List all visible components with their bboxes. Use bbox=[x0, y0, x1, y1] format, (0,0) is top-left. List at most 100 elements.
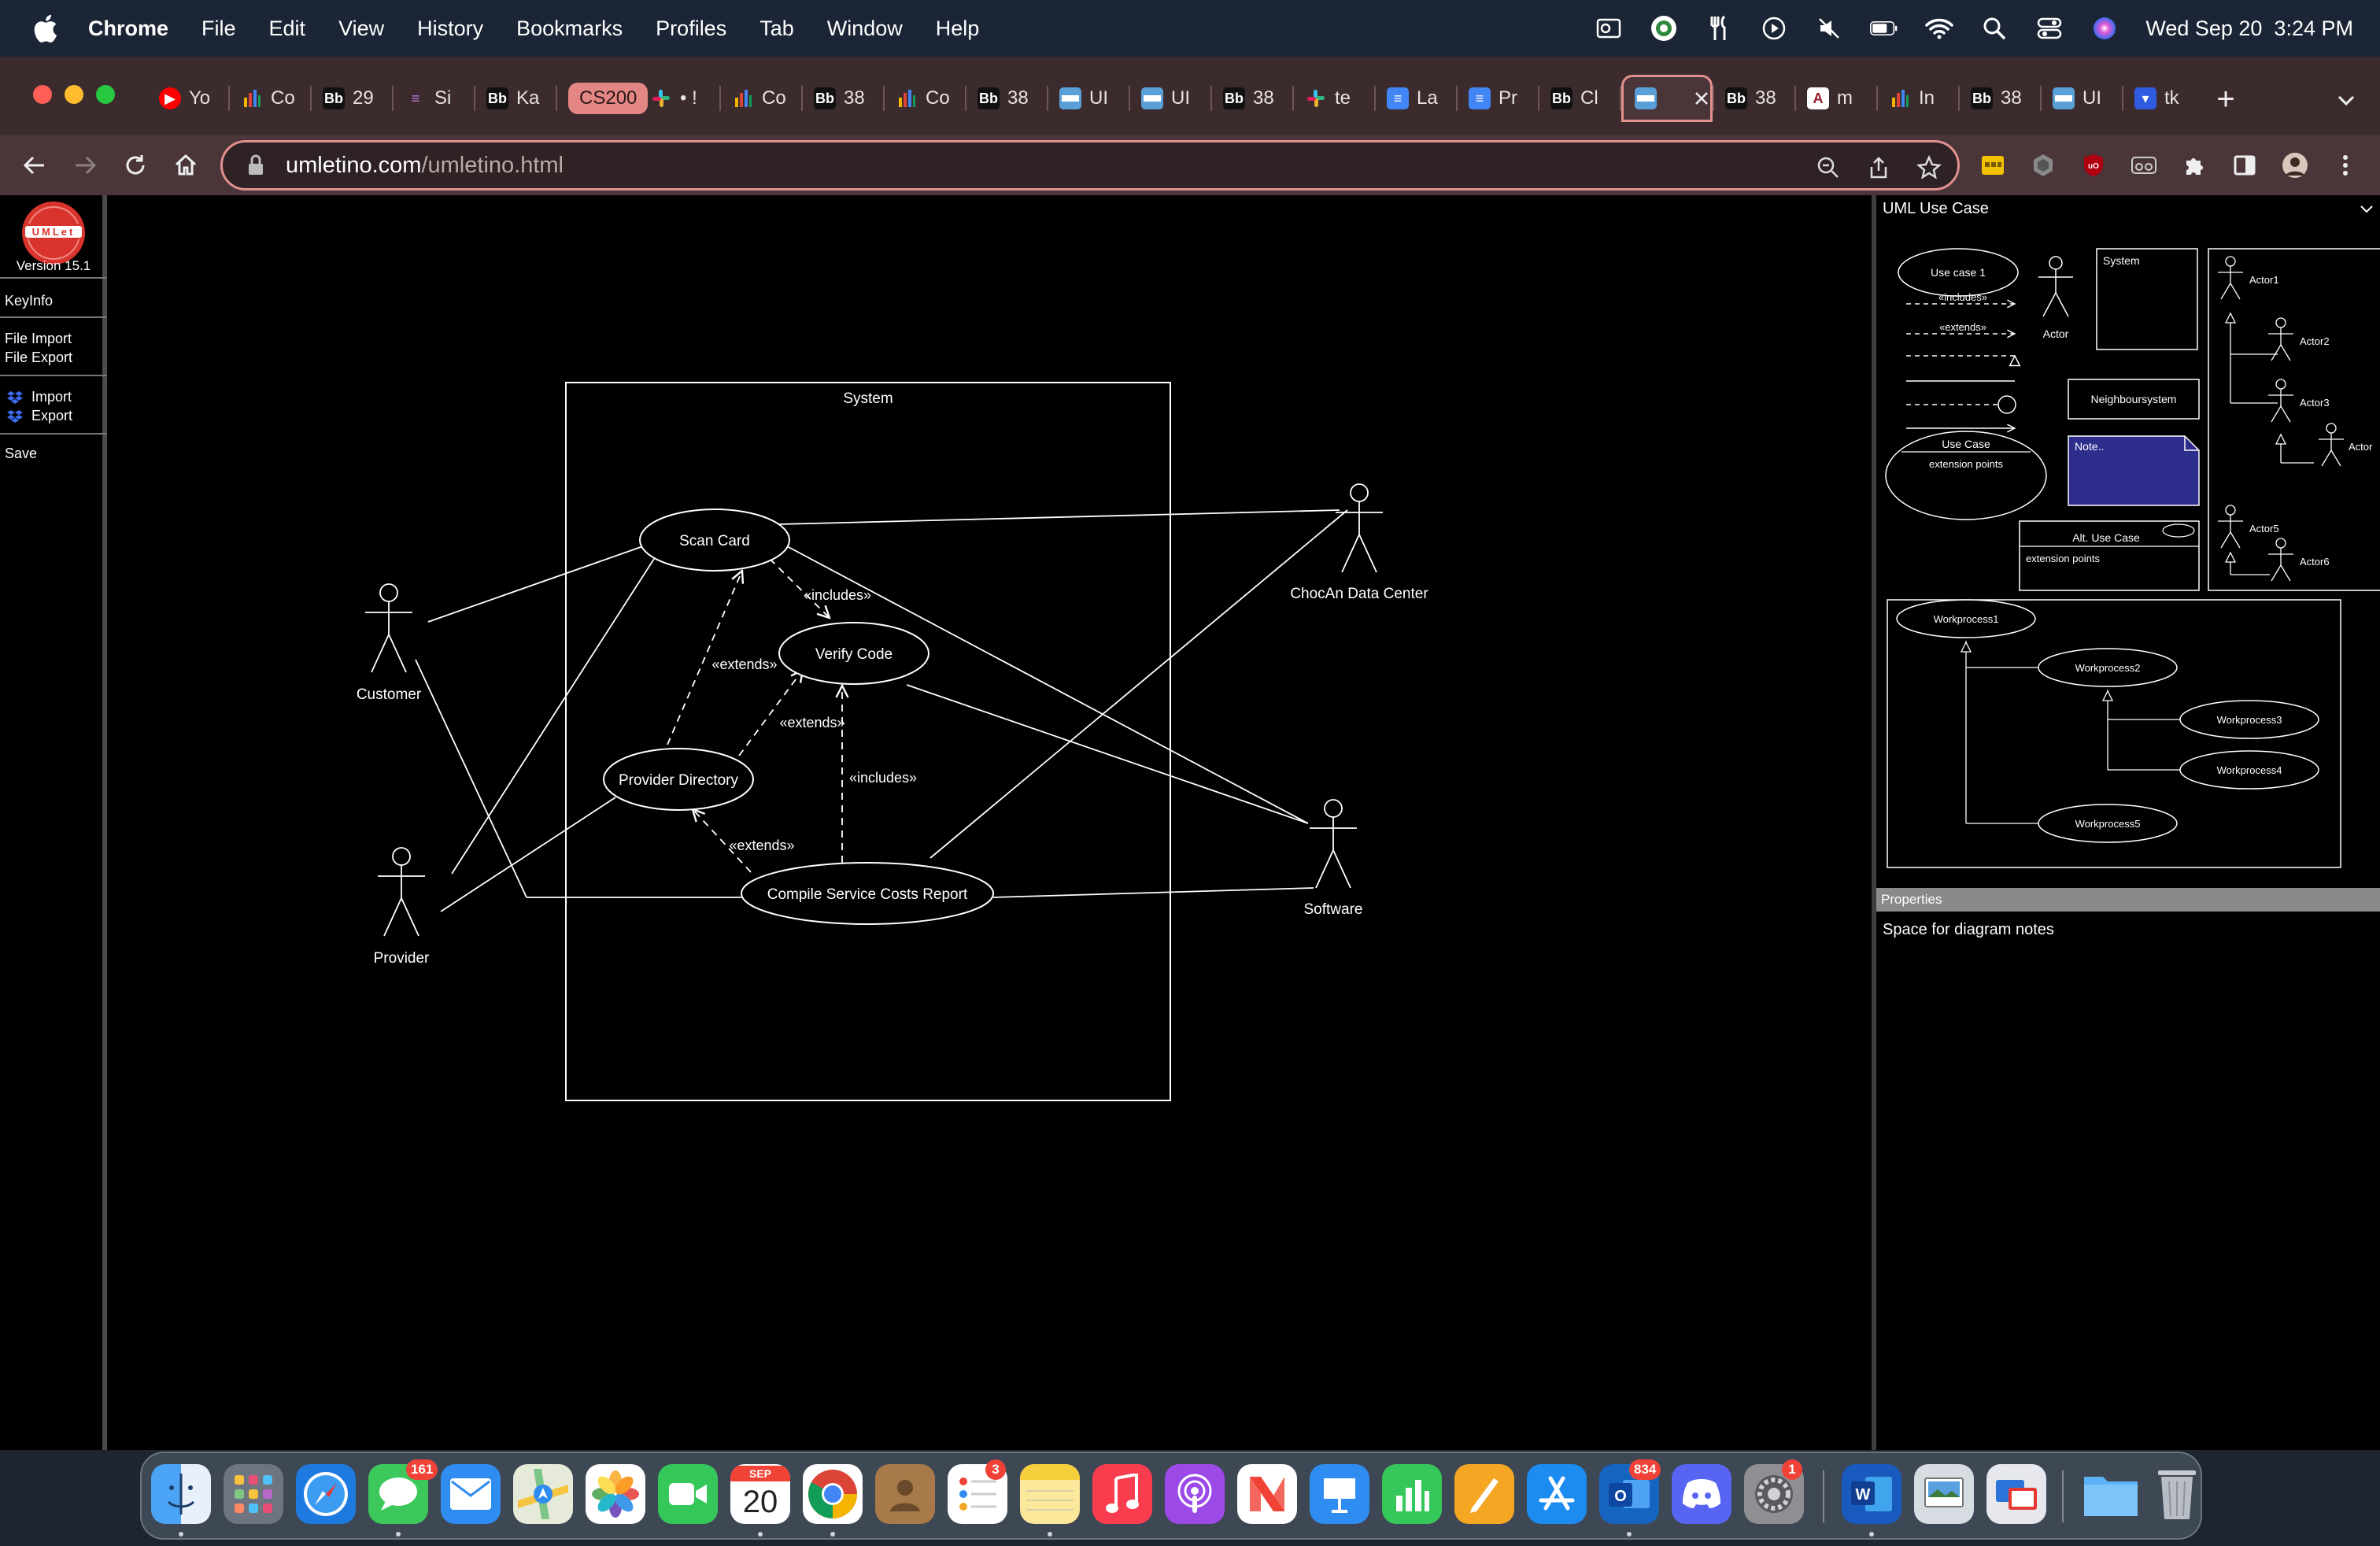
browser-tab[interactable]: Bb 38 bbox=[966, 75, 1047, 122]
notes-icon[interactable] bbox=[1020, 1464, 1080, 1524]
browser-tab[interactable]: Bb Cl bbox=[1539, 75, 1620, 122]
properties-notes[interactable]: Space for diagram notes bbox=[1883, 921, 2054, 939]
word-icon[interactable]: W bbox=[1842, 1464, 1901, 1524]
calendar-icon[interactable]: SEP 20 bbox=[730, 1464, 790, 1524]
chrome-menu-icon[interactable] bbox=[2331, 151, 2360, 179]
browser-tab[interactable]: Bb Ka bbox=[475, 75, 556, 122]
address-bar[interactable]: umletino.com/umletino.html bbox=[220, 140, 1960, 190]
menu-app-name[interactable]: Chrome bbox=[88, 17, 168, 41]
dropbox-import-link[interactable]: Import bbox=[31, 389, 72, 405]
xbox-status-icon[interactable] bbox=[1650, 14, 1678, 43]
browser-tab[interactable]: ▾ tk bbox=[2123, 75, 2204, 122]
palette-actor-hierarchy[interactable]: Actor1 Actor2 Actor3 Actor Actor5 Actor6 bbox=[2208, 248, 2380, 591]
mute-status-icon[interactable] bbox=[1815, 14, 1843, 43]
palette-workprocess-hierarchy[interactable]: Workprocess1 Workprocess2 Workprocess3 W… bbox=[1887, 599, 2341, 868]
browser-tab[interactable]: te bbox=[1294, 75, 1374, 122]
save-link[interactable]: Save bbox=[5, 446, 37, 462]
podcasts-icon[interactable] bbox=[1165, 1464, 1225, 1524]
use-case-provider-directory[interactable]: Provider Directory bbox=[603, 748, 754, 811]
lock-icon[interactable] bbox=[246, 153, 265, 177]
siri-icon[interactable] bbox=[2090, 14, 2119, 43]
browser-tab[interactable]: Co bbox=[721, 75, 801, 122]
bookmark-star-icon[interactable] bbox=[1915, 153, 1943, 182]
battery-icon[interactable] bbox=[1870, 14, 1898, 43]
extensions-puzzle-icon[interactable] bbox=[2180, 151, 2208, 179]
new-tab-button[interactable]: + bbox=[2210, 83, 2241, 117]
app-store-icon[interactable] bbox=[1527, 1464, 1587, 1524]
safari-icon[interactable] bbox=[296, 1464, 356, 1524]
forward-arrow-icon[interactable] bbox=[69, 150, 101, 181]
keyinfo-link[interactable]: KeyInfo bbox=[5, 293, 53, 309]
dropbox-export-link[interactable]: Export bbox=[31, 408, 72, 424]
extension-hexagon-icon[interactable] bbox=[2029, 151, 2057, 179]
maps-icon[interactable] bbox=[513, 1464, 573, 1524]
palette-actor[interactable] bbox=[2038, 256, 2073, 317]
trash-icon[interactable] bbox=[2147, 1464, 2207, 1524]
menu-bookmarks[interactable]: Bookmarks bbox=[516, 17, 623, 41]
downloads-folder-icon[interactable] bbox=[2081, 1464, 2141, 1524]
reload-icon[interactable] bbox=[120, 150, 151, 181]
keynote-icon[interactable] bbox=[1310, 1464, 1369, 1524]
browser-tab[interactable]: Am bbox=[1796, 75, 1876, 122]
discord-icon[interactable] bbox=[1672, 1464, 1731, 1524]
palette-use-case[interactable]: Use case 1 bbox=[1898, 248, 2019, 297]
url-text[interactable]: umletino.com/umletino.html bbox=[286, 153, 564, 179]
profile-avatar[interactable] bbox=[2281, 151, 2309, 179]
ublock-icon[interactable]: uO bbox=[2079, 151, 2108, 179]
side-panel-icon[interactable] bbox=[2230, 151, 2259, 179]
photos-icon[interactable] bbox=[586, 1464, 645, 1524]
browser-tab[interactable]: ≡ Si bbox=[394, 75, 474, 122]
diagram-canvas[interactable]: System «includes» «extends» «extends» «i… bbox=[112, 195, 1872, 1450]
browser-tab[interactable]: In bbox=[1878, 75, 1958, 122]
music-icon[interactable] bbox=[1092, 1464, 1152, 1524]
apple-menu-icon[interactable] bbox=[31, 13, 60, 44]
menu-tab[interactable]: Tab bbox=[759, 17, 794, 41]
file-export-link[interactable]: File Export bbox=[5, 350, 72, 366]
browser-tab[interactable]: Bb 38 bbox=[1714, 75, 1794, 122]
palette-note[interactable]: Note.. bbox=[2068, 435, 2200, 506]
palette-selector[interactable]: UML Use Case bbox=[1876, 195, 2380, 222]
palette-alt-use-case[interactable]: Alt. Use Case extension points bbox=[2019, 520, 2200, 591]
actor-chocan-data-center[interactable] bbox=[1336, 483, 1383, 573]
menu-history[interactable]: History bbox=[417, 17, 483, 41]
zoom-window-button[interactable] bbox=[96, 85, 115, 104]
control-center-icon[interactable] bbox=[2035, 14, 2064, 43]
close-window-button[interactable] bbox=[33, 85, 52, 104]
share-icon[interactable] bbox=[1864, 153, 1893, 182]
actor-provider[interactable] bbox=[378, 847, 425, 937]
menubar-datetime[interactable]: Wed Sep 20 3:24 PM bbox=[2145, 17, 2353, 41]
menu-file[interactable]: File bbox=[201, 17, 236, 41]
browser-tab[interactable]: Bb 38 bbox=[803, 75, 883, 122]
browser-tab[interactable]: ≡ La bbox=[1376, 75, 1456, 122]
browser-tab[interactable]: ▶ Yo bbox=[148, 75, 228, 122]
minimize-window-button[interactable] bbox=[65, 85, 83, 104]
home-icon[interactable] bbox=[170, 150, 201, 181]
browser-tab[interactable]: Co bbox=[230, 75, 310, 122]
palette-use-case-extension[interactable]: Use Case extension points bbox=[1885, 431, 2047, 520]
numbers-icon[interactable] bbox=[1382, 1464, 1442, 1524]
back-arrow-icon[interactable] bbox=[19, 150, 50, 181]
close-tab-icon[interactable] bbox=[1693, 90, 1710, 107]
actor-software[interactable] bbox=[1310, 799, 1357, 889]
palette-interface-circle[interactable] bbox=[1998, 395, 2016, 414]
menu-window[interactable]: Window bbox=[827, 17, 903, 41]
browser-tab[interactable] bbox=[1621, 75, 1713, 122]
spotlight-search-icon[interactable] bbox=[1980, 14, 2009, 43]
use-case-compile-report[interactable]: Compile Service Costs Report bbox=[741, 862, 994, 925]
browser-tab[interactable]: • ! bbox=[639, 75, 719, 122]
pages-icon[interactable] bbox=[1454, 1464, 1514, 1524]
browser-tab[interactable]: CS200 bbox=[557, 75, 649, 122]
launchpad-icon[interactable] bbox=[224, 1464, 283, 1524]
actor-customer[interactable] bbox=[365, 583, 412, 673]
properties-header[interactable]: Properties bbox=[1876, 888, 2380, 912]
mail-icon[interactable] bbox=[441, 1464, 501, 1524]
menu-edit[interactable]: Edit bbox=[269, 17, 306, 41]
file-import-link[interactable]: File Import bbox=[5, 331, 72, 347]
browser-tab[interactable]: Co bbox=[885, 75, 965, 122]
wifi-icon[interactable] bbox=[1925, 14, 1954, 43]
element-palette[interactable]: Use case 1 «includes» «extends» Actor Sy… bbox=[1876, 222, 2380, 888]
use-case-scan-card[interactable]: Scan Card bbox=[639, 509, 790, 571]
facetime-icon[interactable] bbox=[658, 1464, 718, 1524]
finder-icon[interactable] bbox=[151, 1464, 211, 1524]
palette-neighboursystem[interactable]: Neighboursystem bbox=[2068, 379, 2200, 420]
